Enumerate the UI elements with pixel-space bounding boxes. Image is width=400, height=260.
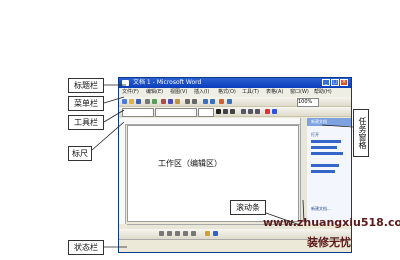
label-task-pane: 任务窗格 [353,109,369,157]
watermark-text: 装修无忧 [307,236,351,249]
label-scrollbar: 滚动条 [230,200,266,215]
label-menu-bar: 菜单栏 [68,96,104,111]
label-status-bar: 状态栏 [68,240,104,255]
task-pane-leader [321,124,354,128]
watermark-url: www.zhuangxiu518.com [263,216,400,229]
label-work-area: 工作区（编辑区） [158,158,222,169]
label-ruler: 标尺 [68,146,92,161]
menu-bar-leader [103,96,125,104]
label-toolbar: 工具栏 [68,115,104,130]
toolbar-leader [103,109,125,123]
label-title-bar: 标题栏 [68,78,104,93]
